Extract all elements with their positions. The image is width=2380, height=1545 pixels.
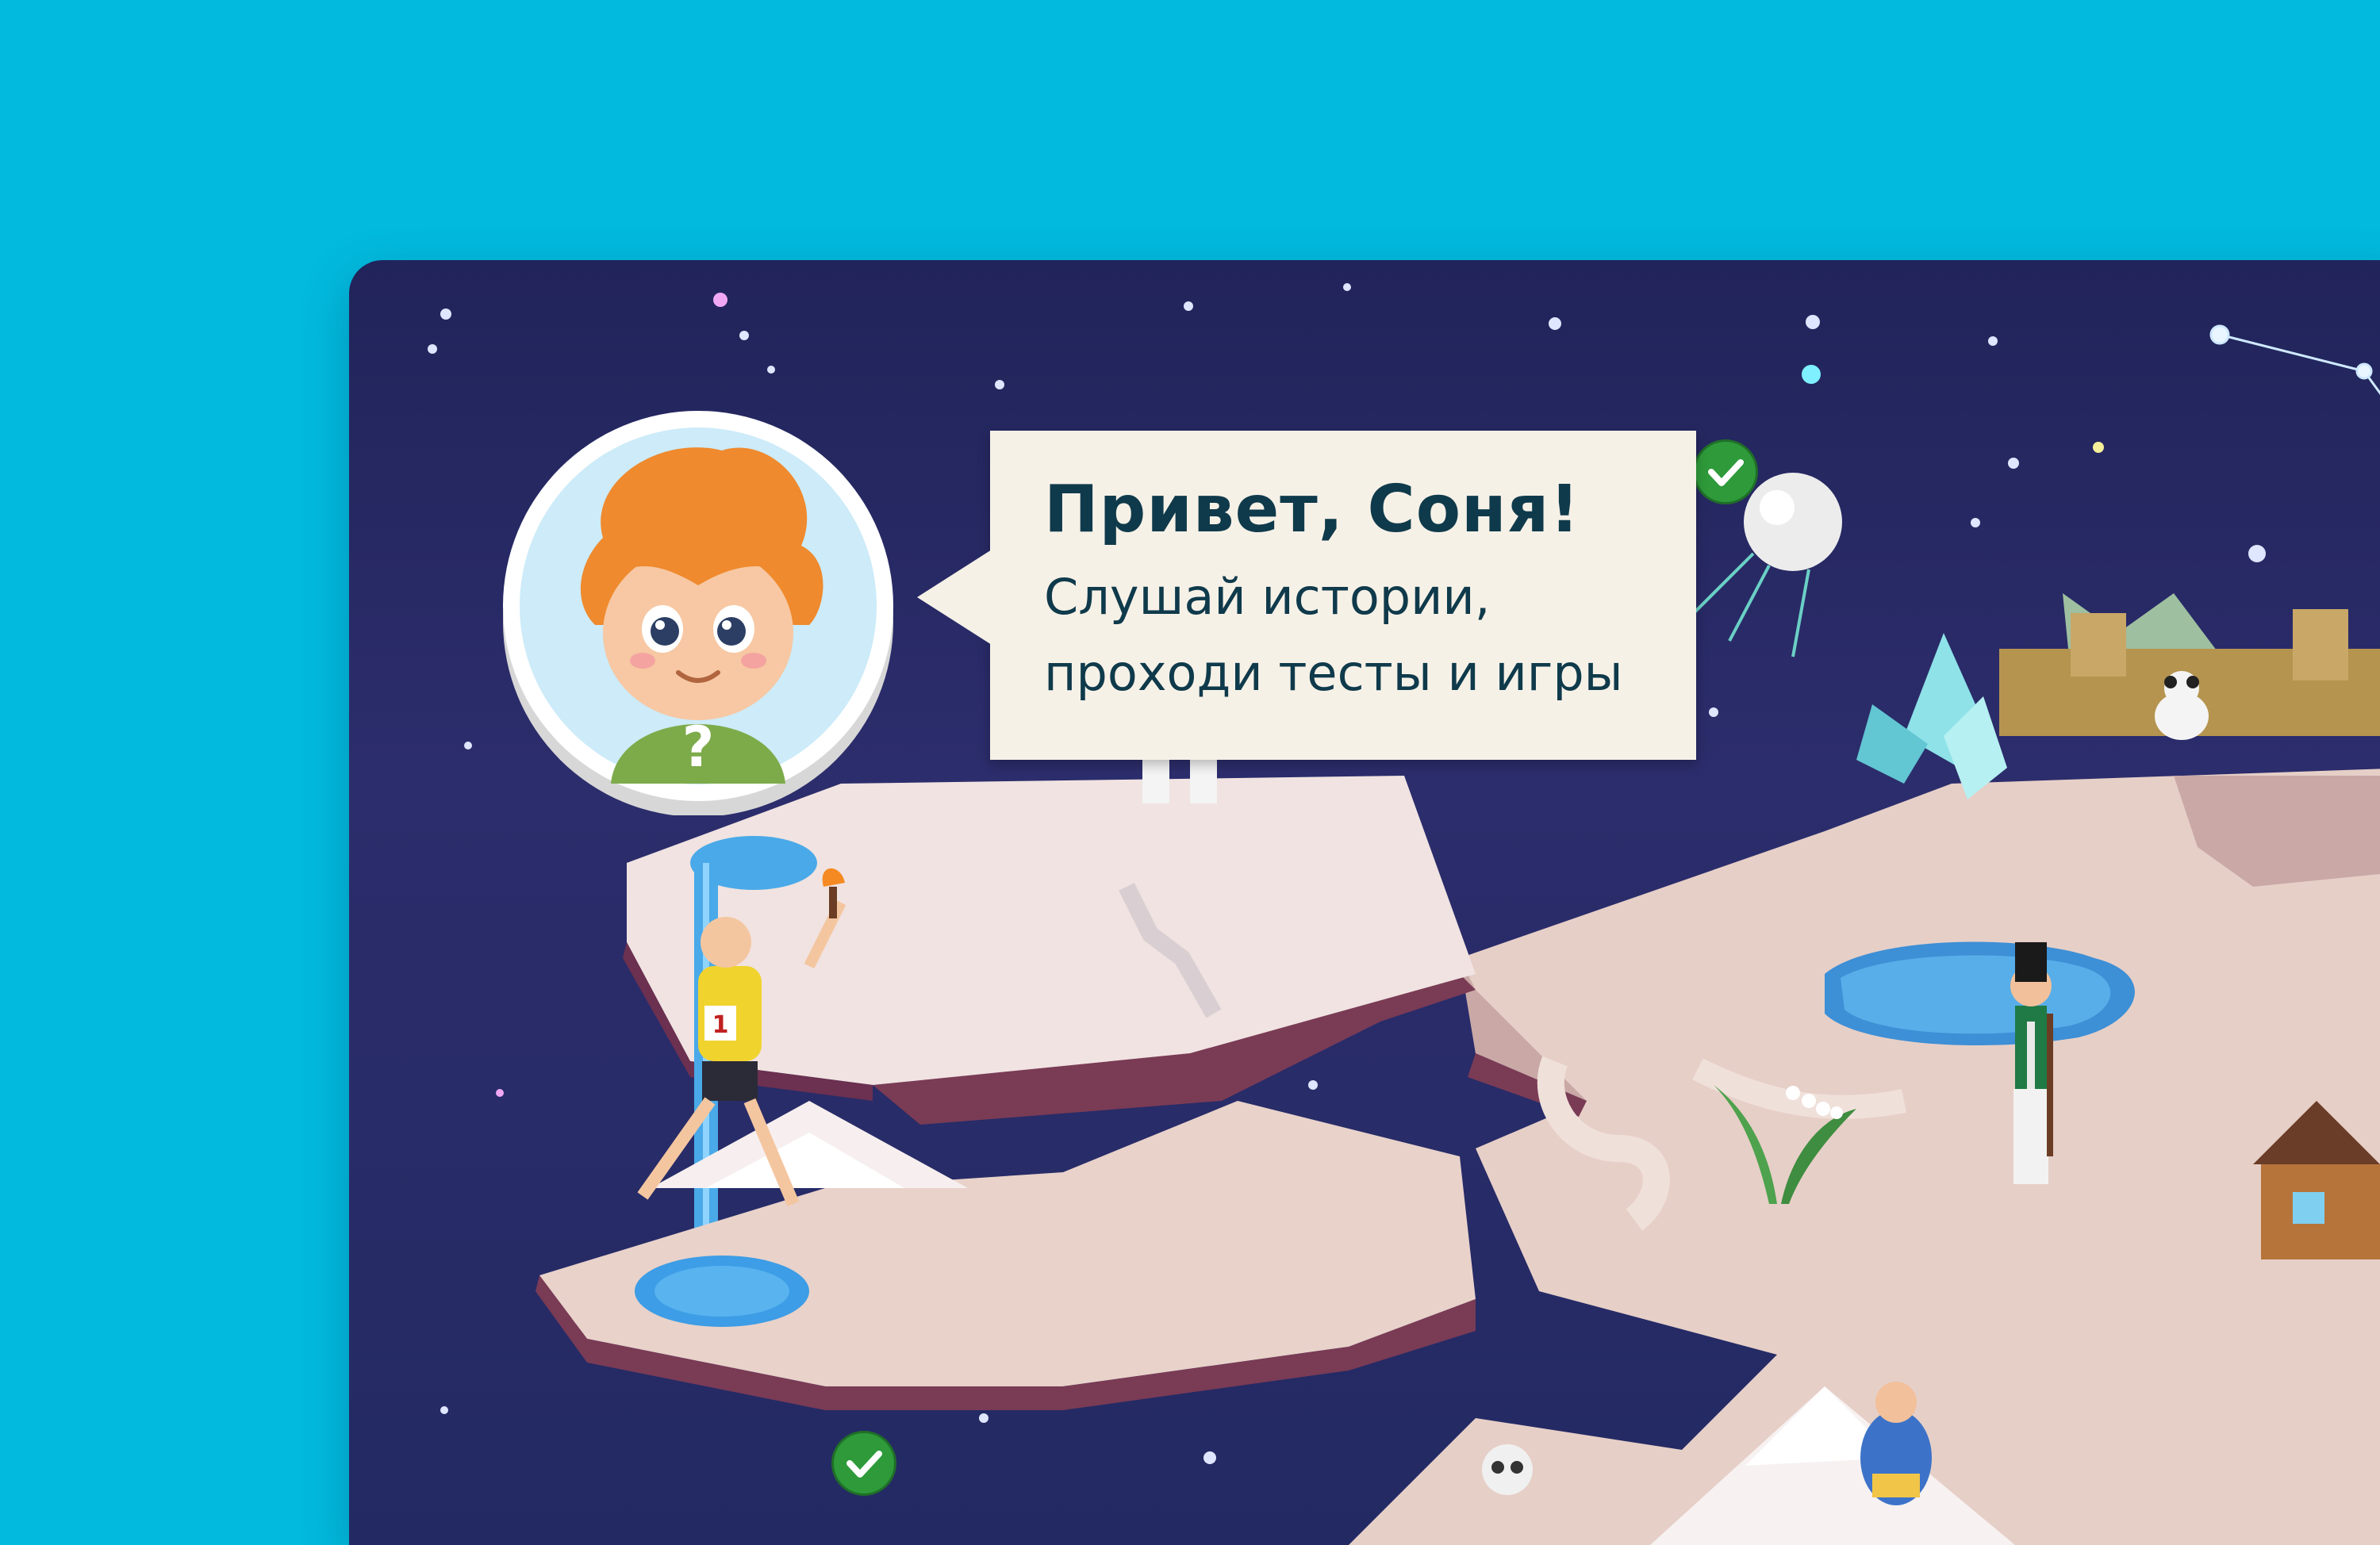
completed-check-icon[interactable] (831, 1431, 896, 1496)
avatar-question-mark: ? (682, 715, 715, 780)
constellation (2209, 324, 2380, 396)
greeting-bubble: Привет, Соня! Слушай истории, проходи те… (917, 431, 1696, 760)
map-window: 1 ? Привет, Соня! Слушай истории, проход… (349, 260, 2380, 1545)
great-wall (1999, 593, 2380, 740)
greeting-subtitle: Слушай истории, проходи тесты и игры (1044, 559, 1696, 711)
crystal-icon (1856, 633, 2007, 799)
greeting-line-2: проходи тесты и игры (1044, 644, 1623, 702)
bubble-tail (917, 550, 992, 645)
athlete-bib-number: 1 (712, 1011, 729, 1039)
soldier-figure (2010, 942, 2053, 1184)
greeting-title: Привет, Соня! (1044, 472, 1580, 547)
greeting-line-1: Слушай истории, (1044, 568, 1491, 626)
skull-icon (1482, 1444, 1533, 1495)
completed-check-icon[interactable] (1693, 439, 1758, 504)
guide-avatar[interactable]: ? (500, 403, 896, 817)
